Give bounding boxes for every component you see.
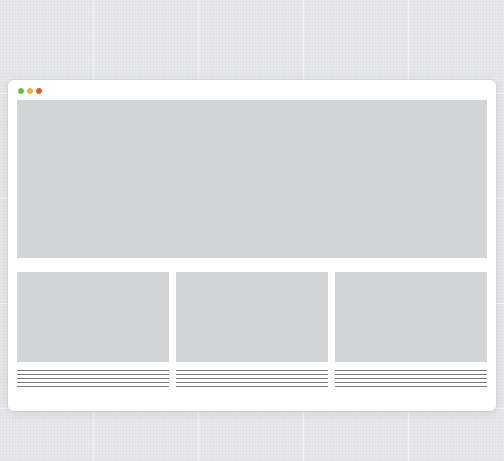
text-line-placeholder	[176, 370, 328, 371]
green-dot-icon[interactable]	[18, 88, 24, 94]
card	[17, 272, 169, 390]
yellow-dot-icon[interactable]	[27, 88, 33, 94]
orange-dot-icon[interactable]	[36, 88, 42, 94]
text-line-placeholder	[17, 382, 169, 383]
card-image-placeholder	[335, 272, 487, 362]
text-line-placeholder	[176, 374, 328, 375]
text-line-placeholder	[335, 370, 487, 371]
card-image-placeholder	[17, 272, 169, 362]
card	[176, 272, 328, 390]
text-line-placeholder	[176, 382, 328, 383]
card-image-placeholder	[176, 272, 328, 362]
text-line-placeholder	[335, 374, 487, 375]
card-text-lines	[335, 370, 487, 387]
text-line-placeholder	[176, 386, 328, 387]
text-line-placeholder	[17, 386, 169, 387]
text-line-placeholder	[335, 378, 487, 379]
card-text-lines	[17, 370, 169, 387]
text-line-placeholder	[335, 382, 487, 383]
hero-image-placeholder	[17, 100, 487, 258]
text-line-placeholder	[17, 378, 169, 379]
window-controls	[18, 88, 42, 94]
text-line-placeholder	[17, 370, 169, 371]
browser-window-mockup	[8, 80, 496, 411]
text-line-placeholder	[17, 374, 169, 375]
text-line-placeholder	[176, 378, 328, 379]
card	[335, 272, 487, 390]
text-line-placeholder	[335, 386, 487, 387]
card-text-lines	[176, 370, 328, 387]
